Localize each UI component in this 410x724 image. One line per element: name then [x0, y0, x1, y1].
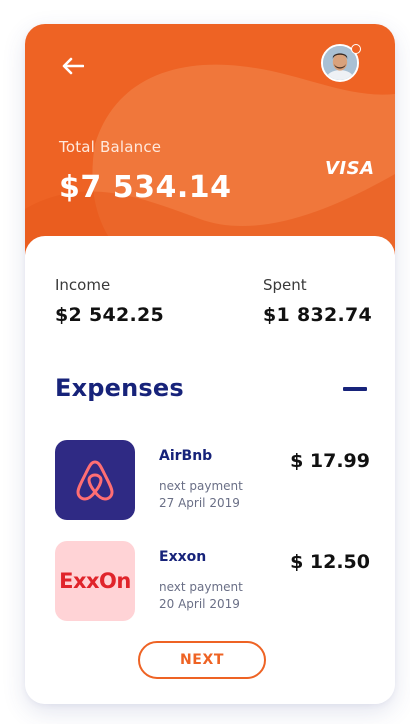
- expense-item-airbnb[interactable]: AirBnb next payment 27 April 2019 $ 17.9…: [55, 440, 370, 522]
- expense-name: AirBnb: [159, 448, 213, 464]
- airbnb-logo-icon: [55, 440, 135, 520]
- spent-label: Spent: [263, 276, 307, 294]
- back-button[interactable]: [59, 52, 87, 80]
- arrow-left-icon: [62, 57, 84, 75]
- balance-header: Total Balance $7 534.14 VISA: [25, 24, 395, 264]
- balance-value: $7 534.14: [59, 170, 232, 205]
- spent-stat: Spent $1 832.74: [263, 276, 372, 326]
- expense-item-exxon[interactable]: ExxOn Exxon next payment 20 April 2019 $…: [55, 541, 370, 623]
- collapse-expenses-button[interactable]: [343, 387, 367, 391]
- profile-avatar-button[interactable]: [321, 44, 361, 82]
- next-payment-date: 27 April 2019: [159, 496, 240, 510]
- expense-amount: $ 12.50: [290, 551, 370, 573]
- next-button[interactable]: NEXT: [138, 641, 266, 679]
- next-payment-label: next payment: [159, 580, 243, 594]
- balance-label: Total Balance: [59, 138, 162, 156]
- income-value: $2 542.25: [55, 304, 165, 326]
- visa-logo: VISA: [325, 158, 375, 179]
- wallet-card: Total Balance $7 534.14 VISA Income $2 5…: [25, 24, 395, 704]
- income-label: Income: [55, 276, 111, 294]
- expenses-title: Expenses: [55, 374, 184, 402]
- next-payment-date: 20 April 2019: [159, 597, 240, 611]
- exxon-logo-text: ExxOn: [59, 569, 131, 593]
- notification-dot: [351, 44, 361, 54]
- next-payment-label: next payment: [159, 479, 243, 493]
- expense-name: Exxon: [159, 549, 207, 565]
- expense-schedule: next payment 20 April 2019: [159, 579, 243, 613]
- expense-schedule: next payment 27 April 2019: [159, 478, 243, 512]
- income-stat: Income $2 542.25: [55, 276, 164, 326]
- spent-value: $1 832.74: [263, 304, 373, 326]
- exxon-logo-icon: ExxOn: [55, 541, 135, 621]
- expense-amount: $ 17.99: [290, 450, 370, 472]
